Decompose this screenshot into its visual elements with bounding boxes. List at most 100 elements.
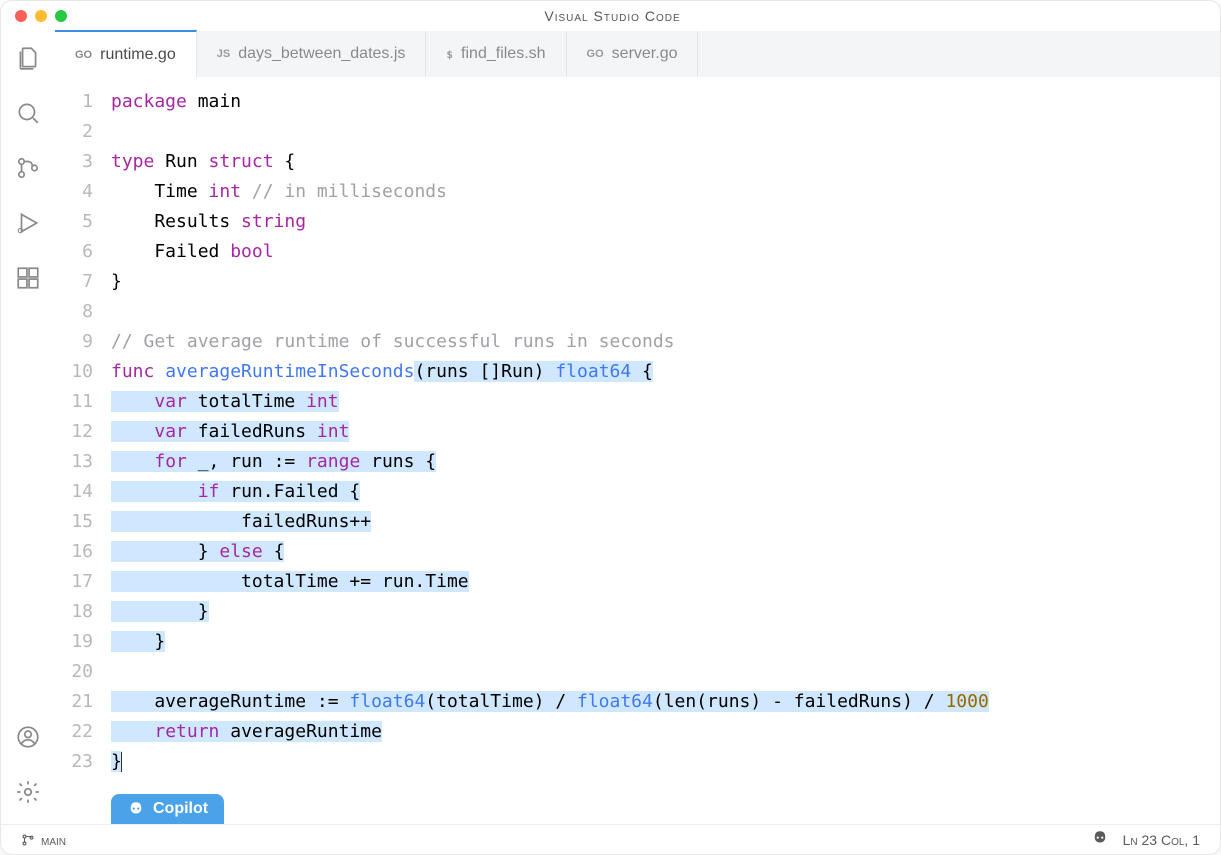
code-line[interactable]: 9// Get average runtime of successful ru… bbox=[55, 327, 1220, 357]
line-content[interactable]: func averageRuntimeInSeconds(runs []Run)… bbox=[111, 357, 1220, 387]
code-line[interactable]: 7} bbox=[55, 267, 1220, 297]
extensions-icon[interactable] bbox=[15, 265, 41, 296]
code-line[interactable]: 2 bbox=[55, 117, 1220, 147]
code-token: failedRuns++ bbox=[111, 511, 371, 532]
code-editor[interactable]: 1package main23type Run struct {4 Time i… bbox=[55, 77, 1220, 824]
code-token: float64 bbox=[349, 691, 425, 712]
code-token: var bbox=[154, 391, 187, 412]
code-line[interactable]: 13 for _, run := range runs { bbox=[55, 447, 1220, 477]
line-content[interactable] bbox=[111, 117, 1220, 147]
code-line[interactable]: 17 totalTime += run.Time bbox=[55, 567, 1220, 597]
line-number: 15 bbox=[55, 507, 111, 537]
titlebar: Visual Studio Code bbox=[1, 1, 1220, 31]
tab-find_files-sh[interactable]: $ find_files.sh bbox=[426, 31, 566, 77]
files-icon[interactable] bbox=[15, 45, 41, 76]
code-token: Time bbox=[111, 181, 209, 202]
tab-lang-badge: $ bbox=[446, 48, 453, 61]
line-content[interactable]: if run.Failed { bbox=[111, 477, 1220, 507]
code-line[interactable]: 15 failedRuns++ bbox=[55, 507, 1220, 537]
code-token: } bbox=[111, 541, 219, 562]
line-content[interactable]: var totalTime int bbox=[111, 387, 1220, 417]
line-content[interactable]: failedRuns++ bbox=[111, 507, 1220, 537]
line-content[interactable]: } bbox=[111, 597, 1220, 627]
code-line[interactable]: 23} bbox=[55, 747, 1220, 777]
code-token: struct bbox=[209, 151, 274, 172]
line-content[interactable]: return averageRuntime bbox=[111, 717, 1220, 747]
code-line[interactable]: 4 Time int // in milliseconds bbox=[55, 177, 1220, 207]
code-token: package bbox=[111, 91, 187, 112]
tab-bar: GOruntime.goJSdays_between_dates.js $ find… bbox=[55, 31, 1220, 77]
code-line[interactable]: 14 if run.Failed { bbox=[55, 477, 1220, 507]
vscode-window: Visual Studio Code bbox=[0, 0, 1221, 855]
tab-label: days_between_dates.js bbox=[238, 45, 405, 63]
line-content[interactable]: var failedRuns int bbox=[111, 417, 1220, 447]
close-window-button[interactable] bbox=[15, 10, 27, 22]
line-content[interactable] bbox=[111, 657, 1220, 687]
line-content[interactable]: type Run struct { bbox=[111, 147, 1220, 177]
copilot-badge[interactable]: Copilot bbox=[111, 794, 224, 824]
window-title: Visual Studio Code bbox=[67, 8, 1158, 24]
line-number: 5 bbox=[55, 207, 111, 237]
settings-gear-icon[interactable] bbox=[15, 779, 41, 810]
code-line[interactable]: 1package main bbox=[55, 87, 1220, 117]
code-token bbox=[241, 181, 252, 202]
source-control-icon[interactable] bbox=[15, 155, 41, 186]
code-token: for bbox=[154, 451, 187, 472]
code-line[interactable]: 8 bbox=[55, 297, 1220, 327]
code-token bbox=[111, 481, 198, 502]
code-line[interactable]: 20 bbox=[55, 657, 1220, 687]
code-token: failedRuns bbox=[187, 421, 317, 442]
line-number: 9 bbox=[55, 327, 111, 357]
line-content[interactable]: averageRuntime := float64(totalTime) / f… bbox=[111, 687, 1220, 717]
run-debug-icon[interactable] bbox=[15, 210, 41, 241]
code-token: return bbox=[154, 721, 219, 742]
code-token bbox=[111, 721, 154, 742]
line-content[interactable]: } bbox=[111, 267, 1220, 297]
tab-server-go[interactable]: GOserver.go bbox=[567, 31, 699, 77]
line-content[interactable]: totalTime += run.Time bbox=[111, 567, 1220, 597]
minimize-window-button[interactable] bbox=[35, 10, 47, 22]
code-token: totalTime bbox=[187, 391, 306, 412]
code-token: range bbox=[306, 451, 360, 472]
code-line[interactable]: 18 } bbox=[55, 597, 1220, 627]
code-line[interactable]: 6 Failed bool bbox=[55, 237, 1220, 267]
code-line[interactable]: 21 averageRuntime := float64(totalTime) … bbox=[55, 687, 1220, 717]
code-line[interactable]: 11 var totalTime int bbox=[55, 387, 1220, 417]
line-content[interactable]: } bbox=[111, 627, 1220, 657]
code-line[interactable]: 10func averageRuntimeInSeconds(runs []Ru… bbox=[55, 357, 1220, 387]
code-token: else bbox=[219, 541, 262, 562]
tab-label: find_files.sh bbox=[461, 45, 546, 63]
line-content[interactable]: Failed bool bbox=[111, 237, 1220, 267]
line-number: 6 bbox=[55, 237, 111, 267]
line-number: 11 bbox=[55, 387, 111, 417]
code-line[interactable]: 16 } else { bbox=[55, 537, 1220, 567]
tab-runtime-go[interactable]: GOruntime.go bbox=[55, 30, 197, 77]
cursor-position[interactable]: Ln 23 Col, 1 bbox=[1123, 832, 1200, 848]
line-content[interactable]: package main bbox=[111, 87, 1220, 117]
code-token bbox=[111, 421, 154, 442]
line-content[interactable]: for _, run := range runs { bbox=[111, 447, 1220, 477]
line-number: 3 bbox=[55, 147, 111, 177]
account-icon[interactable] bbox=[15, 724, 41, 755]
line-content[interactable]: Time int // in milliseconds bbox=[111, 177, 1220, 207]
code-line[interactable]: 12 var failedRuns int bbox=[55, 417, 1220, 447]
code-token: int bbox=[317, 421, 350, 442]
code-line[interactable]: 22 return averageRuntime bbox=[55, 717, 1220, 747]
code-line[interactable]: 3type Run struct { bbox=[55, 147, 1220, 177]
line-content[interactable]: Results string bbox=[111, 207, 1220, 237]
status-branch[interactable]: main bbox=[21, 832, 66, 848]
line-number: 19 bbox=[55, 627, 111, 657]
code-token: averageRuntimeInSeconds bbox=[165, 361, 414, 382]
tab-days_between_dates-js[interactable]: JSdays_between_dates.js bbox=[197, 31, 427, 77]
copilot-status-icon[interactable] bbox=[1091, 829, 1109, 850]
line-number: 8 bbox=[55, 297, 111, 327]
line-content[interactable]: } bbox=[111, 747, 1220, 777]
code-line[interactable]: 5 Results string bbox=[55, 207, 1220, 237]
maximize-window-button[interactable] bbox=[55, 10, 67, 22]
line-content[interactable] bbox=[111, 297, 1220, 327]
line-number: 7 bbox=[55, 267, 111, 297]
search-icon[interactable] bbox=[15, 100, 41, 131]
line-content[interactable]: } else { bbox=[111, 537, 1220, 567]
line-content[interactable]: // Get average runtime of successful run… bbox=[111, 327, 1220, 357]
code-line[interactable]: 19 } bbox=[55, 627, 1220, 657]
